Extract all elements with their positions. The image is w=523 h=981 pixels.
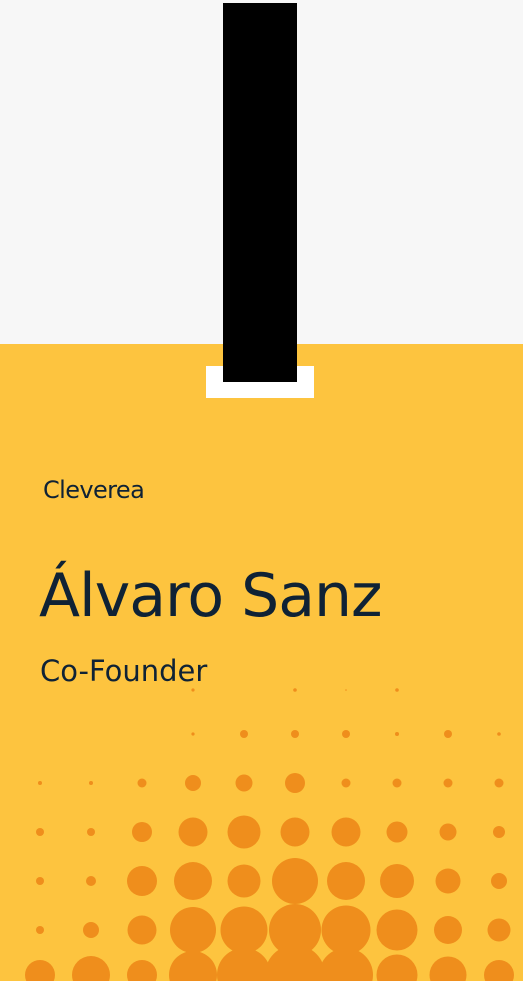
halftone-dot: [36, 926, 44, 934]
halftone-dot: [191, 732, 195, 736]
halftone-dot: [280, 817, 310, 847]
company-logo: Cleverea: [43, 476, 145, 504]
halftone-dot: [497, 732, 501, 736]
halftone-dot: [331, 817, 361, 847]
halftone-dot: [185, 775, 201, 791]
halftone-dot: [291, 730, 299, 738]
halftone-dot: [235, 774, 253, 792]
halftone-dot: [429, 956, 467, 981]
halftone-dot: [36, 877, 44, 885]
halftone-dot: [494, 778, 504, 788]
halftone-dot: [484, 960, 514, 981]
halftone-dot: [87, 828, 95, 836]
halftone-dot: [327, 862, 365, 900]
halftone-dot: [227, 815, 261, 849]
halftone-dot: [272, 858, 318, 904]
halftone-dot: [341, 778, 351, 788]
halftone-dot: [380, 864, 414, 898]
halftone-dot: [487, 918, 511, 942]
halftone-dot: [174, 862, 212, 900]
halftone-dot: [137, 778, 147, 788]
halftone-dot: [493, 826, 505, 838]
halftone-dot: [72, 956, 110, 981]
halftone-dot: [434, 916, 462, 944]
halftone-dot: [265, 945, 325, 981]
halftone-dot: [395, 688, 399, 692]
halftone-dot: [240, 730, 248, 738]
halftone-dot: [170, 907, 216, 953]
halftone-dot: [435, 868, 461, 894]
halftone-dot: [392, 778, 402, 788]
person-name: Álvaro Sanz: [39, 561, 382, 631]
halftone-dot: [293, 688, 297, 692]
halftone-dot: [321, 905, 371, 955]
halftone-dot: [86, 876, 96, 886]
halftone-dot: [178, 817, 208, 847]
halftone-dot: [127, 915, 157, 945]
halftone-dot: [319, 948, 373, 981]
lanyard-strap: [223, 3, 297, 382]
halftone-dot: [395, 732, 399, 736]
halftone-dot: [227, 864, 261, 898]
halftone-dot: [191, 688, 195, 692]
halftone-dot: [36, 828, 44, 836]
halftone-dot: [89, 781, 93, 785]
halftone-dot: [220, 906, 268, 954]
halftone-dot: [444, 730, 452, 738]
halftone-dot: [376, 954, 418, 981]
halftone-dot: [342, 730, 350, 738]
halftone-dot: [439, 823, 457, 841]
halftone-dot: [345, 689, 347, 691]
halftone-dot: [132, 822, 152, 842]
halftone-dot: [386, 821, 408, 843]
halftone-dot: [127, 866, 157, 896]
halftone-dot: [127, 960, 157, 981]
halftone-dot: [83, 922, 99, 938]
person-role: Co-Founder: [40, 654, 208, 688]
halftone-dot: [25, 960, 55, 981]
halftone-dot: [491, 873, 507, 889]
halftone-dot: [376, 909, 418, 951]
halftone-dot: [38, 781, 42, 785]
halftone-dot: [169, 951, 217, 981]
halftone-dot: [217, 948, 271, 981]
halftone-dot: [285, 773, 305, 793]
halftone-dot: [443, 778, 453, 788]
